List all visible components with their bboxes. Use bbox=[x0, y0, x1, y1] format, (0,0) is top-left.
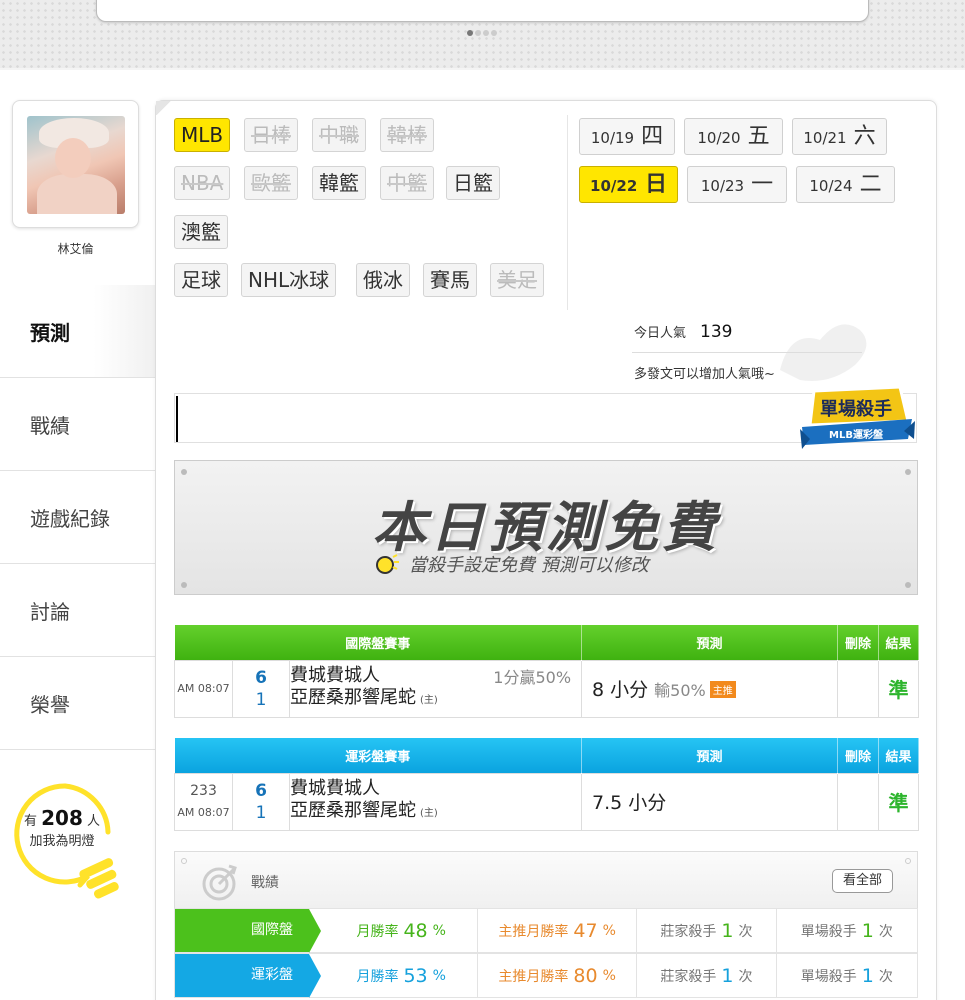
text-caret bbox=[176, 396, 178, 442]
match-code-time: 233 AM 08:07 bbox=[174, 772, 233, 831]
banner-slot bbox=[96, 0, 869, 22]
date-1023[interactable]: 10/23 一 bbox=[687, 166, 787, 203]
avatar[interactable] bbox=[27, 116, 125, 214]
lightbulb-icon bbox=[14, 783, 119, 899]
avatar-card[interactable] bbox=[12, 100, 139, 228]
match-score: 61 bbox=[232, 772, 290, 831]
date-1021[interactable]: 10/21 六 bbox=[792, 118, 887, 155]
nav-item-predict[interactable]: 預測 bbox=[0, 285, 156, 378]
free-subtitle: 當殺手設定免費 預測可以修改 bbox=[375, 551, 649, 577]
match-teams: 費城費城人 亞歷桑那響尾蛇 (主) bbox=[288, 772, 583, 831]
main-pick-win-rate: 主推月勝率 47% bbox=[478, 909, 638, 952]
target-icon bbox=[202, 864, 237, 901]
sport-kbl[interactable]: 韓籃 bbox=[312, 166, 366, 200]
sport-nba: NBA bbox=[174, 166, 231, 200]
top-banner bbox=[0, 0, 965, 70]
nav-item-game-log[interactable]: 遊戲紀錄 bbox=[0, 471, 156, 564]
sport-jbl[interactable]: 日籃 bbox=[446, 166, 500, 200]
single-killer: 單場殺手 1 次 bbox=[800, 919, 893, 942]
delete-cell[interactable] bbox=[837, 772, 880, 831]
free-banner: 本日預測免費 當殺手設定免費 預測可以修改 bbox=[174, 460, 918, 595]
table-row: AM 08:07 61 費城費城人 亞歷桑那響尾蛇 (主) 1分贏50% 8 小分… bbox=[174, 659, 920, 718]
main-pick-tag: 主推 bbox=[709, 681, 736, 698]
main-pick-win-rate: 主推月勝率 80% bbox=[478, 954, 638, 997]
record-row-intl: 國際盤 月勝率 48% 主推月勝率 47% 莊家殺手 1 次 單場殺手 1 次 bbox=[174, 908, 918, 953]
result: 準 bbox=[878, 772, 920, 831]
sport-nhl[interactable]: NHL冰球 bbox=[241, 263, 337, 297]
popularity-hint: 多發文可以增加人氣哦~ bbox=[634, 367, 775, 382]
sport-nfl: 美足 bbox=[490, 263, 544, 297]
monthly-win-rate: 月勝率 48% bbox=[309, 909, 479, 952]
sport-cba: 中籃 bbox=[380, 166, 434, 200]
watermark-logo bbox=[780, 324, 867, 381]
fans-caption: 加我為明燈 bbox=[29, 834, 95, 849]
carousel-dot[interactable] bbox=[467, 30, 473, 36]
username[interactable]: 林艾倫 bbox=[12, 240, 139, 257]
sport-header-event: 運彩盤賽事 bbox=[174, 738, 583, 773]
record-title: 戰績 bbox=[251, 875, 279, 891]
nav-item-record[interactable]: 戰績 bbox=[0, 378, 156, 471]
fans-bulb[interactable]: 有 208 人 加我為明燈 bbox=[10, 780, 120, 920]
single-killer: 單場殺手 1 次 bbox=[800, 964, 893, 987]
date-1022[interactable]: 10/22 日 bbox=[579, 166, 678, 203]
popularity-today: 今日人氣 139 bbox=[634, 322, 733, 342]
handicap: 1分贏50% bbox=[493, 667, 572, 687]
sport-cpbl: 中職 bbox=[312, 118, 366, 152]
match-teams: 費城費城人 亞歷桑那響尾蛇 (主) 1分贏50% bbox=[288, 659, 583, 718]
prediction: 7.5 小分 bbox=[581, 772, 839, 831]
intl-header-pred: 預測 bbox=[581, 625, 839, 660]
badge-title: 單場殺手 bbox=[820, 398, 892, 420]
sport-mlb[interactable]: MLB bbox=[174, 118, 231, 152]
sport-kbo: 韓棒 bbox=[380, 118, 434, 152]
sport-khl[interactable]: 俄冰 bbox=[356, 263, 410, 297]
intl-header-event: 國際盤賽事 bbox=[174, 625, 583, 660]
bulb-icon bbox=[376, 554, 399, 574]
sport-nbl[interactable]: 澳籃 bbox=[174, 215, 228, 249]
carousel-dots[interactable] bbox=[467, 30, 497, 36]
carousel-dot[interactable] bbox=[475, 30, 481, 36]
record-header: 戰績 看全部 bbox=[174, 851, 918, 909]
popularity-value: 139 bbox=[700, 322, 733, 342]
fans-count-line: 有 208 人 bbox=[23, 806, 101, 830]
match-time: AM 08:07 bbox=[174, 659, 233, 718]
sport-npb: 日棒 bbox=[244, 118, 298, 152]
date-1024[interactable]: 10/24 二 bbox=[796, 166, 895, 203]
divider bbox=[567, 115, 568, 310]
date-1020[interactable]: 10/20 五 bbox=[684, 118, 783, 155]
popularity-divider bbox=[632, 352, 862, 353]
fans-count: 208 bbox=[41, 806, 83, 830]
monthly-win-rate: 月勝率 53% bbox=[309, 954, 479, 997]
match-score: 61 bbox=[232, 659, 290, 718]
sport-match-table: 運彩盤賽事 預測 刪除 結果 233 AM 08:07 61 費城費城人 亞歷桑那… bbox=[174, 738, 920, 831]
banker-killer: 莊家殺手 1 次 bbox=[637, 909, 777, 952]
nav-item-honor[interactable]: 榮譽 bbox=[0, 657, 156, 750]
delete-cell[interactable] bbox=[837, 659, 880, 718]
banker-killer: 莊家殺手 1 次 bbox=[637, 954, 777, 997]
sport-soccer[interactable]: 足球 bbox=[174, 263, 228, 297]
single-killer-badge[interactable]: 單場殺手 MLB運彩盤 bbox=[800, 383, 915, 455]
side-nav: 預測 戰績 遊戲紀錄 討論 榮譽 bbox=[0, 285, 156, 750]
carousel-dot[interactable] bbox=[491, 30, 497, 36]
sport-header-res: 結果 bbox=[878, 738, 920, 773]
sport-euro: 歐籃 bbox=[244, 166, 298, 200]
carousel-dot[interactable] bbox=[483, 30, 489, 36]
date-1019[interactable]: 10/19 四 bbox=[579, 118, 675, 155]
record-label: 國際盤 bbox=[175, 909, 322, 953]
record-label: 運彩盤 bbox=[175, 954, 322, 998]
view-all-button[interactable]: 看全部 bbox=[831, 869, 893, 893]
intl-match-table: 國際盤賽事 預測 刪除 結果 AM 08:07 61 費城費城人 亞歷桑那響尾蛇… bbox=[174, 625, 920, 718]
table-row: 233 AM 08:07 61 費城費城人 亞歷桑那響尾蛇 (主) 7.5 小分 準 bbox=[174, 772, 920, 831]
prediction: 8 小分 輸50% 主推 bbox=[581, 659, 839, 718]
intl-header-del: 刪除 bbox=[837, 625, 880, 660]
result: 準 bbox=[878, 659, 920, 718]
record-row-sport: 運彩盤 月勝率 53% 主推月勝率 80% 莊家殺手 1 次 單場殺手 1 次 bbox=[174, 953, 918, 998]
sport-horse[interactable]: 賽馬 bbox=[423, 263, 477, 297]
sport-header-del: 刪除 bbox=[837, 738, 880, 773]
nav-item-discussion[interactable]: 討論 bbox=[0, 564, 156, 657]
intl-header-res: 結果 bbox=[878, 625, 920, 660]
badge-ribbon: MLB運彩盤 bbox=[829, 428, 884, 441]
sport-header-pred: 預測 bbox=[581, 738, 839, 773]
